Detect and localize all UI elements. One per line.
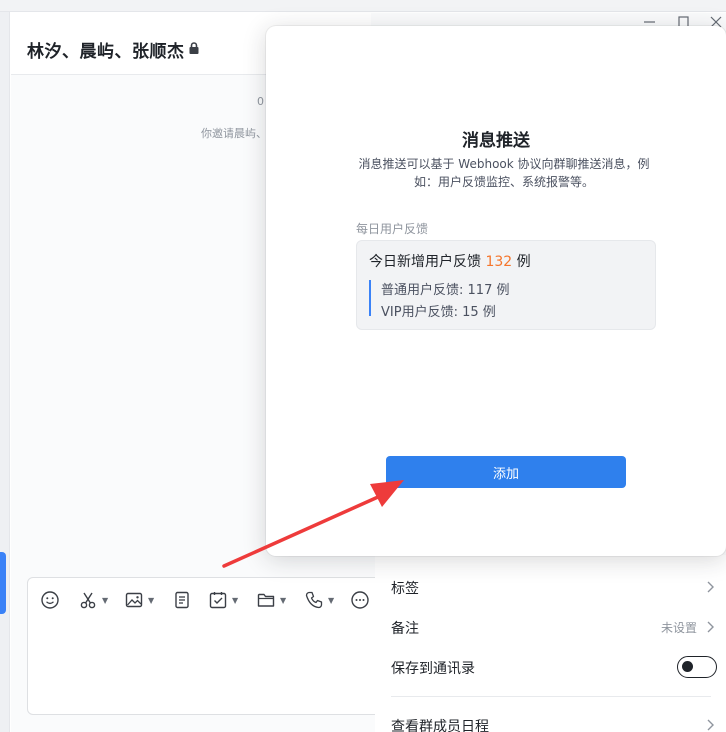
folder-icon [257,593,275,607]
message-timestamp: 0 [257,95,264,108]
preview-line-regular-label: 普通用户反馈: [381,283,464,298]
group-settings-panel: 标签 备注 未设置 保存到通讯录 查看群成员日程 [375,555,726,732]
preview-headline-prefix: 今日新增用户反馈 [369,254,481,270]
settings-row-schedule[interactable]: 查看群成员日程 [391,714,721,732]
chevron-down-icon: ▼ [280,595,287,605]
image-button[interactable]: ▼ [124,590,154,610]
schedule-label: 查看群成员日程 [391,719,489,732]
chat-title[interactable]: 林汐、晨屿、张顺杰 [27,37,185,62]
document-button[interactable] [172,590,192,610]
more-button[interactable] [350,590,370,610]
preview-card: 今日新增用户反馈 132 例 普通用户反馈: 117 例 VIP用户反馈: 15… [356,240,656,330]
call-button[interactable]: ▼ [304,590,334,610]
window-top-strip [0,0,726,12]
chevron-down-icon: ▼ [232,595,239,605]
preview-line-regular: 普通用户反馈: 117 例 [381,279,509,298]
settings-row-notes[interactable]: 备注 未设置 [391,616,721,640]
preview-headline-suffix: 例 [516,254,531,270]
scissors-icon [80,592,96,609]
chevron-right-icon [707,621,714,633]
settings-row-save-contacts: 保存到通讯录 [391,656,721,680]
preview-headline: 今日新增用户反馈 132 例 [369,251,531,271]
phone-icon [305,591,323,609]
settings-divider [391,696,711,697]
chevron-down-icon: ▼ [328,595,335,605]
left-nav-active-indicator [0,552,6,614]
task-button[interactable]: ▼ [208,590,238,610]
preview-line-regular-value: 117 例 [467,283,510,298]
image-icon [125,592,143,608]
preview-line-vip-label: VIP用户反馈: [381,305,458,320]
dialog-title: 消息推送 [462,131,530,151]
system-message: 你邀请晨屿、 [201,127,267,140]
document-icon [175,591,189,609]
dialog-description: 消息推送可以基于 Webhook 协议向群聊推送消息，例如：用户反馈监控、系统报… [358,157,650,189]
tags-label: 标签 [391,581,419,597]
chevron-down-icon: ▼ [102,595,109,605]
notes-label: 备注 [391,621,419,637]
add-button[interactable]: 添加 [386,456,626,488]
message-push-dialog: 消息推送 消息推送可以基于 Webhook 协议向群聊推送消息，例如：用户反馈监… [266,26,726,556]
message-composer[interactable]: ▼ ▼ ▼ ▼ ▼ [27,577,387,715]
preview-line-vip: VIP用户反馈: 15 例 [381,301,496,320]
chevron-right-icon [707,719,714,731]
calendar-check-icon [209,592,227,609]
notes-value: 未设置 [660,621,697,635]
left-nav-strip [0,12,10,732]
preview-headline-count: 132 [485,254,513,270]
more-icon [351,591,369,609]
settings-row-tags[interactable]: 标签 [391,576,721,600]
chevron-down-icon: ▼ [148,595,155,605]
preview-line-vip-value: 15 例 [462,305,496,320]
emoji-icon [41,591,59,609]
chevron-right-icon [707,581,714,593]
toggle-knob [682,661,693,672]
save-contacts-toggle[interactable] [677,656,717,678]
save-contacts-label: 保存到通讯录 [391,661,475,677]
lock-icon [189,42,199,54]
emoji-button[interactable] [40,590,60,610]
screenshot-button[interactable]: ▼ [78,590,108,610]
quote-bar [369,280,371,316]
preview-section-label: 每日用户反馈 [356,222,429,236]
folder-button[interactable]: ▼ [256,590,286,610]
